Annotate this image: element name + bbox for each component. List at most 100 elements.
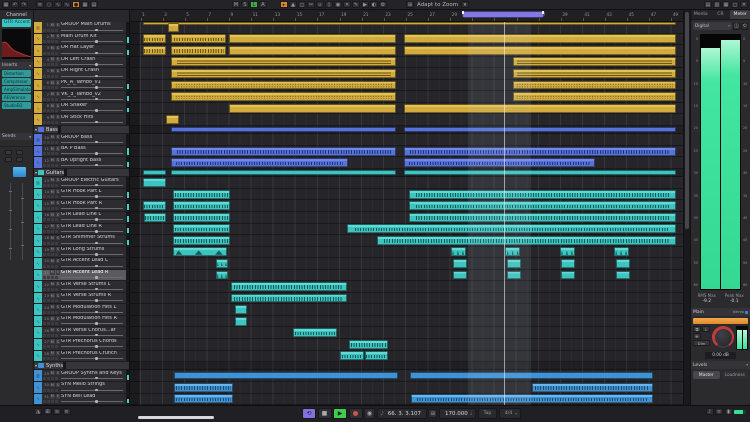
audio-event[interactable]	[410, 372, 652, 379]
volume-slider-thumb[interactable]	[95, 345, 98, 348]
record-enable-button[interactable]	[43, 109, 46, 112]
audio-event[interactable]	[171, 34, 225, 43]
audio-event[interactable]	[171, 127, 396, 132]
metronome-icon[interactable]: ◮	[34, 408, 42, 415]
audio-event[interactable]	[614, 247, 629, 256]
track-row-gtr-lead-line-r[interactable]: ∿17MSGTR Lead Line R	[34, 224, 129, 236]
automation-button[interactable]	[55, 52, 58, 55]
audio-event[interactable]	[171, 81, 396, 90]
edit-channel-button[interactable]	[51, 121, 54, 124]
edit-channel-button[interactable]	[51, 242, 54, 245]
solo-button[interactable]: S	[56, 80, 61, 85]
audio-event[interactable]	[143, 34, 166, 43]
automation-button[interactable]	[55, 75, 58, 78]
audio-event[interactable]	[166, 115, 178, 124]
track-row-gtr-shimmer-strums[interactable]: ∿18MSGTR Shimmer Strums	[34, 235, 129, 247]
solo-button[interactable]: S	[56, 316, 61, 321]
draw-tool[interactable]: ✎	[352, 1, 360, 8]
edit-channel-button[interactable]	[51, 377, 54, 380]
record-enable-button[interactable]	[43, 29, 46, 32]
audio-event[interactable]	[404, 34, 676, 43]
track-lane-synths[interactable]	[130, 362, 683, 370]
volume-slider[interactable]	[61, 208, 123, 209]
lanes-icon[interactable]: ▤	[90, 1, 98, 8]
volume-slider-thumb[interactable]	[95, 141, 98, 144]
audio-event[interactable]	[171, 158, 347, 167]
audio-event[interactable]	[532, 383, 653, 392]
monitor-button[interactable]	[47, 86, 50, 89]
volume-fader-handle[interactable]	[13, 167, 26, 177]
edit-channel-button[interactable]	[51, 400, 54, 403]
record-enable-button[interactable]	[43, 141, 46, 144]
track-lane-dr-hat-layer[interactable]	[130, 45, 683, 57]
audio-event[interactable]	[229, 104, 396, 113]
track-lane-ba-upright-bass[interactable]	[130, 157, 683, 169]
volume-slider-thumb[interactable]	[95, 357, 98, 360]
record-enable-button[interactable]	[43, 86, 46, 89]
snap-button[interactable]: ▸	[280, 1, 288, 8]
mute-button[interactable]: M	[50, 236, 55, 241]
solo-state-button[interactable]: S	[241, 1, 249, 8]
track-color-tab[interactable]: ∿	[34, 316, 42, 327]
volume-slider[interactable]	[61, 266, 123, 267]
monitor-button[interactable]	[47, 121, 50, 124]
track-color-tab[interactable]: ∿	[34, 146, 42, 157]
track-row-gtr-verse-chorus-ar[interactable]: ∿26MSGTR Verse Chorus...ar	[34, 327, 129, 339]
monitor-button[interactable]	[47, 288, 50, 291]
solo-button[interactable]: S	[56, 339, 61, 344]
monitor-button[interactable]	[47, 377, 50, 380]
automation-button[interactable]	[55, 322, 58, 325]
monitor-button[interactable]	[47, 195, 50, 198]
mute-button[interactable]: M	[50, 351, 55, 356]
volume-slider[interactable]	[61, 231, 123, 232]
track-row-syn-mello-strings[interactable]: ∿30MSSYN Mello Strings	[34, 382, 129, 394]
solo-button[interactable]: S	[56, 247, 61, 252]
solo-button[interactable]: S	[56, 201, 61, 206]
volume-slider-thumb[interactable]	[95, 288, 98, 291]
audio-event[interactable]	[507, 259, 521, 268]
mute-button[interactable]: M	[50, 282, 55, 287]
mute-button[interactable]: M	[50, 201, 55, 206]
record-enable-button[interactable]	[43, 230, 46, 233]
automation-button[interactable]	[55, 86, 58, 89]
solo-button[interactable]: S	[56, 224, 61, 229]
track-color-tab[interactable]: ▥	[34, 177, 42, 188]
mute-button[interactable]: M	[50, 293, 55, 298]
track-lane-dr-right-crash[interactable]	[130, 68, 683, 80]
track-row-dr-shaker[interactable]: ∿8MSDR Shaker	[34, 103, 129, 115]
automation-button[interactable]	[55, 141, 58, 144]
event-display[interactable]	[130, 22, 683, 405]
track-lane-pk-a-tambo-v1[interactable]	[130, 80, 683, 92]
record-enable-button[interactable]	[43, 334, 46, 337]
track-row-guitars[interactable]: ▾Guitars	[34, 169, 129, 177]
automation-button[interactable]	[55, 265, 58, 268]
monitor-button[interactable]	[47, 334, 50, 337]
track-lane-gtr-accent-lead-l[interactable]	[130, 258, 683, 270]
volume-slider[interactable]	[61, 358, 123, 359]
edit-channel-button[interactable]	[51, 52, 54, 55]
audio-activity-icon[interactable]: ≡	[715, 408, 723, 415]
monitor-button[interactable]	[47, 265, 50, 268]
edit-channel-button[interactable]	[51, 311, 54, 314]
chevron-down-icon[interactable]: ▾	[461, 1, 469, 8]
write-automation-button[interactable]	[16, 157, 23, 162]
meter-settings-icon[interactable]: ◫	[733, 23, 740, 30]
track-lane-gtr-verse-strums-r[interactable]	[130, 293, 683, 305]
audio-event[interactable]	[231, 294, 347, 303]
audio-event[interactable]	[174, 394, 233, 403]
track-row-pk-a-tambo-v1[interactable]: ∿6MSPK_A_Tambo_v1	[34, 80, 129, 92]
automation-button[interactable]	[55, 276, 58, 279]
track-lane-main-drum-kit[interactable]	[130, 34, 683, 46]
track-row-dr-hat-layer[interactable]: ∿3MSDR Hat Layer	[34, 45, 129, 57]
edit-channel-button[interactable]	[51, 207, 54, 210]
insert-slot-reverence[interactable]: REVerence	[2, 94, 31, 101]
track-row-dr-left-crash[interactable]: ∿4MSDR Left Crash	[34, 57, 129, 69]
automation-button[interactable]	[55, 230, 58, 233]
track-row-synths[interactable]: ▾Synths	[34, 362, 129, 370]
audio-event[interactable]	[143, 46, 166, 55]
automation-button[interactable]	[55, 389, 58, 392]
volume-slider-thumb[interactable]	[95, 152, 98, 155]
track-lane-group-main-drums[interactable]	[130, 22, 683, 34]
track-color-tab[interactable]: ▥	[34, 134, 42, 145]
track-lane-gtr-lead-line-l[interactable]	[130, 212, 683, 224]
